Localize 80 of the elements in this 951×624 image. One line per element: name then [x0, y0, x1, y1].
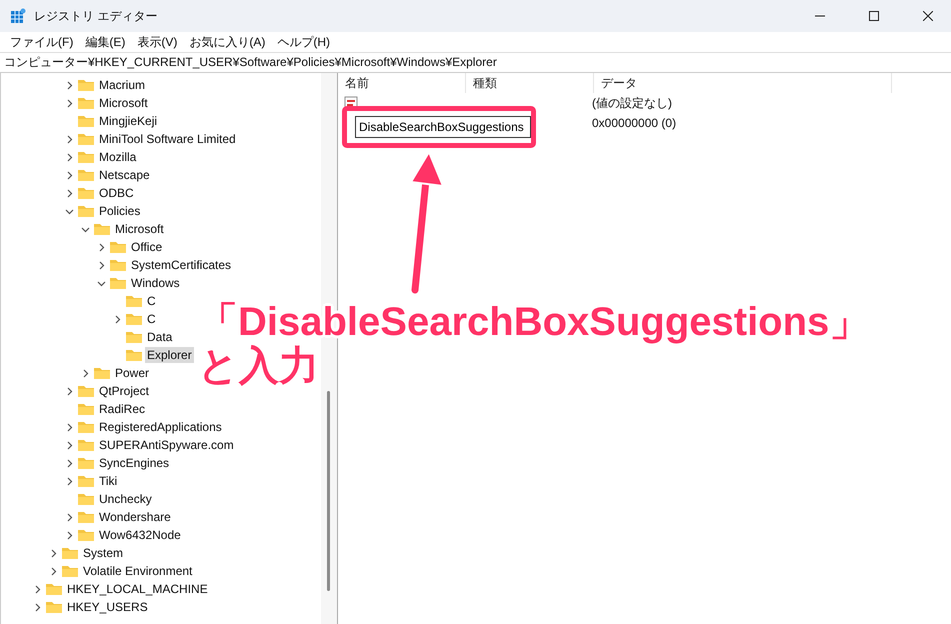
tree-item[interactable]: Policies [97, 203, 142, 219]
tree-item[interactable]: SUPERAntiSpyware.com [97, 437, 236, 453]
tree-item[interactable]: System [81, 545, 126, 561]
folder-icon [93, 222, 111, 236]
maximize-icon[interactable] [869, 11, 879, 21]
folder-icon [77, 528, 95, 542]
folder-icon [77, 204, 95, 218]
folder-icon [77, 78, 95, 92]
menu-item[interactable]: お気に入り(A) [183, 34, 272, 50]
value-data: 0x00000000 (0) [591, 116, 676, 130]
tree-item[interactable]: Data [145, 329, 174, 345]
tree-item[interactable]: Tiki [97, 473, 120, 489]
folder-icon [61, 564, 79, 578]
folder-icon [77, 474, 95, 488]
tree-item[interactable]: Netscape [97, 167, 152, 183]
tree-item[interactable]: Power [113, 365, 152, 381]
tree-item[interactable]: Windows [129, 275, 182, 291]
tree-item[interactable]: Microsoft [113, 221, 166, 237]
folder-icon [109, 276, 127, 290]
tree-item[interactable]: Macrium [97, 77, 148, 93]
folder-icon [77, 402, 95, 416]
folder-icon [77, 132, 95, 146]
folder-icon [125, 348, 143, 362]
tree-item[interactable]: Office [129, 239, 164, 255]
tree-item[interactable]: HKEY_USERS [65, 599, 150, 615]
folder-icon [93, 366, 111, 380]
tree-item[interactable]: Volatile Environment [81, 563, 194, 579]
folder-icon [77, 384, 95, 398]
folder-icon [77, 96, 95, 110]
folder-icon [77, 114, 95, 128]
registry-editor-logo-icon [10, 8, 26, 24]
tree-item[interactable]: SystemCertificates [129, 257, 234, 273]
menu-item[interactable]: ファイル(F) [4, 34, 80, 50]
column-header[interactable]: データ [594, 73, 892, 93]
address-bar[interactable]: コンピューター¥HKEY_CURRENT_USER¥Software¥Policies¥Microsoft¥Windows¥Explorer [0, 52, 951, 73]
folder-icon [125, 330, 143, 344]
folder-icon [77, 168, 95, 182]
tree-item[interactable]: HKEY_LOCAL_MACHINE [65, 581, 210, 597]
folder-icon [77, 510, 95, 524]
close-icon[interactable] [923, 11, 933, 21]
menu-item[interactable]: ヘルプ(H) [271, 34, 336, 50]
folder-icon [77, 186, 95, 200]
folder-icon [77, 420, 95, 434]
folder-icon [125, 312, 143, 326]
tree-item[interactable]: RegisteredApplications [97, 419, 224, 435]
caret-icon[interactable] [112, 314, 122, 324]
tree-item[interactable]: ODBC [97, 185, 136, 201]
folder-icon [77, 438, 95, 452]
tree-item[interactable]: Microsoft [97, 95, 150, 111]
annotation-text: と入力 [198, 344, 319, 388]
menu-item[interactable]: 編集(E) [79, 34, 132, 50]
scrollbar-thumb[interactable] [327, 391, 330, 591]
folder-icon [77, 492, 95, 506]
folder-icon [45, 582, 63, 596]
tree-item[interactable]: Unchecky [97, 491, 154, 507]
tree-item[interactable]: MingjieKeji [97, 113, 160, 129]
tree-item[interactable]: Explorer [145, 347, 194, 363]
value-data: (値の設定なし) [591, 94, 672, 112]
tree-item[interactable]: MiniTool Software Limited [97, 131, 238, 147]
folder-icon [109, 240, 127, 254]
folder-icon [45, 600, 63, 614]
tree-item[interactable]: C [145, 293, 158, 309]
tree-item[interactable]: Mozilla [97, 149, 138, 165]
column-header[interactable]: 名前 [338, 73, 466, 93]
folder-icon [61, 546, 79, 560]
folder-icon [125, 294, 143, 308]
folder-icon [109, 258, 127, 272]
column-header[interactable]: 種類 [466, 73, 594, 93]
tree-item[interactable]: Wow6432Node [97, 527, 183, 543]
tree-item[interactable]: QtProject [97, 383, 152, 399]
tree-item[interactable]: Wondershare [97, 509, 173, 525]
folder-icon [77, 456, 95, 470]
tree-item[interactable]: C [145, 311, 158, 327]
tree-item[interactable]: RadiRec [97, 401, 148, 417]
window-title: レジストリ エディター [34, 8, 158, 24]
name-input-field[interactable]: DisableSearchBoxSuggestions [355, 116, 531, 138]
menu-item[interactable]: 表示(V) [131, 34, 184, 50]
folder-icon [77, 150, 95, 164]
annotation-text: 「DisableSearchBoxSuggestions」 [198, 300, 870, 344]
tree-item[interactable]: SyncEngines [97, 455, 172, 471]
